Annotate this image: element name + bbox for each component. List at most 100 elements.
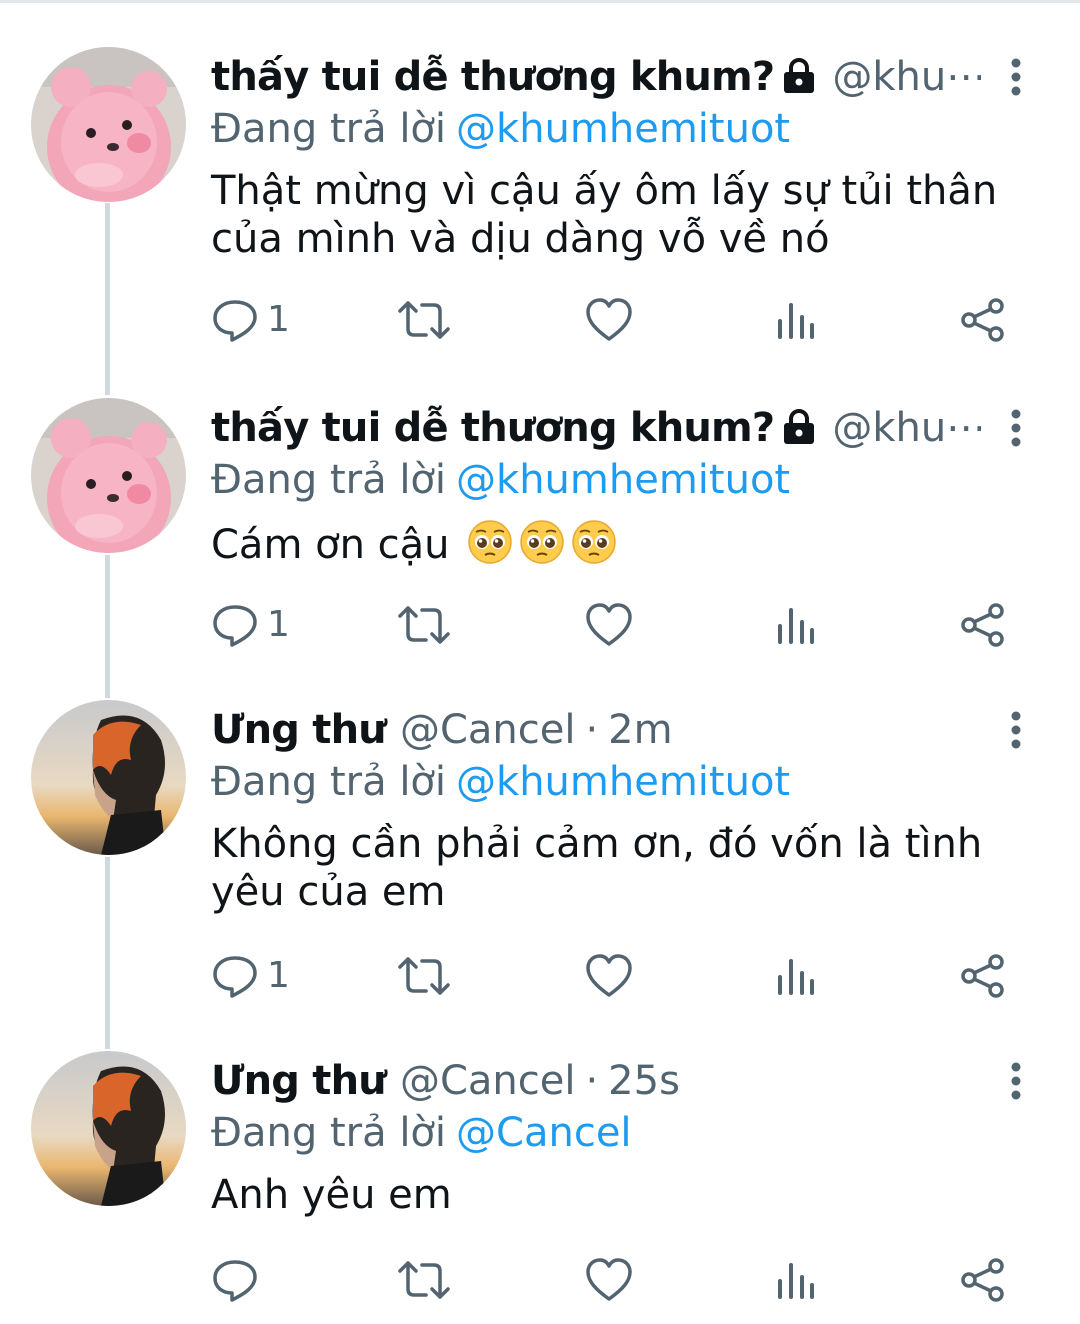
user-handle[interactable]: @khu⋯ <box>832 54 981 100</box>
more-vertical-icon <box>1011 711 1021 749</box>
top-divider <box>0 0 1080 3</box>
share-icon <box>961 1258 1004 1302</box>
views-button[interactable] <box>776 295 816 345</box>
display-name[interactable]: Ưng thư <box>211 1058 387 1104</box>
retweet-button[interactable] <box>396 295 452 345</box>
retweet-button[interactable] <box>396 951 452 1001</box>
separator-dot: · <box>585 1058 599 1104</box>
tweet-text-line: Anh yêu em <box>211 1172 452 1218</box>
tweet-header: thấy tui dễ thương khum? @khu⋯ <box>211 400 981 456</box>
tweet[interactable]: thấy tui dễ thương khum? @khu⋯ Đang trả l… <box>0 398 1080 678</box>
reply-prefix: Đang trả lời <box>211 1110 447 1156</box>
like-button[interactable] <box>585 1255 633 1305</box>
reply-count: 1 <box>267 299 290 340</box>
reply-button[interactable]: 1 <box>211 600 290 650</box>
tweet[interactable]: Ưng thư @Cancel · 2m Đang trả lời @khumhemit… <box>0 700 1080 1020</box>
heart-icon <box>586 298 632 341</box>
reply-icon <box>213 300 257 342</box>
reply-prefix: Đang trả lời <box>211 106 447 152</box>
tweet-text-line: Cám ơn cậu <box>211 518 1001 577</box>
reply-count: 1 <box>267 955 290 996</box>
reply-button[interactable]: 1 <box>211 295 290 345</box>
more-vertical-icon <box>1011 409 1021 447</box>
reply-mention-link[interactable]: @khumhemituot <box>456 759 790 805</box>
reply-mention-link[interactable]: @khumhemituot <box>456 457 790 503</box>
timestamp[interactable]: 25s <box>608 1058 680 1104</box>
share-icon <box>961 603 1004 647</box>
share-button[interactable] <box>960 1255 1006 1305</box>
user-handle[interactable]: @Cancel <box>400 707 576 753</box>
reply-mention-link[interactable]: @Cancel <box>456 1110 632 1156</box>
reply-count: 1 <box>267 604 290 645</box>
tweet-text-segment: Cám ơn cậu <box>211 522 450 568</box>
analytics-icon <box>778 959 814 995</box>
share-button[interactable] <box>960 951 1006 1001</box>
display-name[interactable]: thấy tui dễ thương khum? <box>211 405 775 451</box>
user-handle[interactable]: @khu⋯ <box>832 405 981 451</box>
retweet-icon <box>398 606 450 644</box>
user-handle[interactable]: @Cancel <box>400 1058 576 1104</box>
reply-prefix: Đang trả lời <box>211 759 447 805</box>
views-button[interactable] <box>776 1255 816 1305</box>
tweet[interactable]: thấy tui dễ thương khum? @khu⋯ Đang trả l… <box>0 47 1080 367</box>
reply-context: Đang trả lời @Cancel <box>211 1105 632 1161</box>
avatar[interactable] <box>31 398 186 553</box>
pleading-face-emoji <box>518 518 566 577</box>
like-button[interactable] <box>585 951 633 1001</box>
analytics-icon <box>778 1263 814 1299</box>
avatar[interactable] <box>31 47 186 202</box>
more-vertical-icon <box>1011 58 1021 96</box>
timestamp[interactable]: 2m <box>608 707 672 753</box>
retweet-icon <box>398 1261 450 1299</box>
action-bar: 1 <box>211 600 1031 650</box>
reply-icon <box>213 956 257 998</box>
reply-mention-link[interactable]: @khumhemituot <box>456 106 790 152</box>
analytics-icon <box>778 608 814 644</box>
tweet-text-line: của mình và dịu dàng vỗ về nó <box>211 216 830 262</box>
more-options-button[interactable] <box>996 55 1036 99</box>
action-bar <box>211 1255 1031 1305</box>
tweet-text: Cám ơn cậu <box>211 518 1001 577</box>
retweet-button[interactable] <box>396 1255 452 1305</box>
reply-button[interactable] <box>211 1255 267 1305</box>
tweet-text-line: yêu của em <box>211 869 446 915</box>
lock-icon <box>780 53 818 105</box>
reply-button[interactable]: 1 <box>211 951 290 1001</box>
heart-icon <box>586 954 632 997</box>
like-button[interactable] <box>585 295 633 345</box>
share-icon <box>961 954 1004 998</box>
avatar[interactable] <box>31 700 186 855</box>
tweet-header: Ưng thư @Cancel · 25s <box>211 1053 981 1109</box>
heart-icon <box>586 603 632 646</box>
retweet-icon <box>398 957 450 995</box>
separator-dot: · <box>585 707 599 753</box>
reply-prefix: Đang trả lời <box>211 457 447 503</box>
more-options-button[interactable] <box>996 708 1036 752</box>
reply-icon <box>213 1260 257 1302</box>
more-vertical-icon <box>1011 1062 1021 1100</box>
share-button[interactable] <box>960 295 1006 345</box>
tweet-text: Anh yêu em <box>211 1171 1001 1219</box>
heart-icon <box>586 1258 632 1301</box>
tweet-text: Không cần phải cảm ơn, đó vốn là tình yê… <box>211 820 1001 916</box>
share-icon <box>961 298 1004 342</box>
retweet-button[interactable] <box>396 600 452 650</box>
avatar[interactable] <box>31 1051 186 1206</box>
tweet-header: thấy tui dễ thương khum? @khu⋯ <box>211 49 981 105</box>
retweet-icon <box>398 301 450 339</box>
views-button[interactable] <box>776 951 816 1001</box>
views-button[interactable] <box>776 600 816 650</box>
action-bar: 1 <box>211 951 1031 1001</box>
tweet-header: Ưng thư @Cancel · 2m <box>211 702 981 758</box>
reply-icon <box>213 605 257 647</box>
tweet[interactable]: Ưng thư @Cancel · 25s Đang trả lời @Cancel A… <box>0 1051 1080 1321</box>
analytics-icon <box>778 303 814 339</box>
more-options-button[interactable] <box>996 1059 1036 1103</box>
tweet-text: Thật mừng vì cậu ấy ôm lấy sự tủi thân c… <box>211 167 1001 263</box>
more-options-button[interactable] <box>996 406 1036 450</box>
reply-context: Đang trả lời @khumhemituot <box>211 754 790 810</box>
like-button[interactable] <box>585 600 633 650</box>
share-button[interactable] <box>960 600 1006 650</box>
display-name[interactable]: thấy tui dễ thương khum? <box>211 54 775 100</box>
display-name[interactable]: Ưng thư <box>211 707 387 753</box>
